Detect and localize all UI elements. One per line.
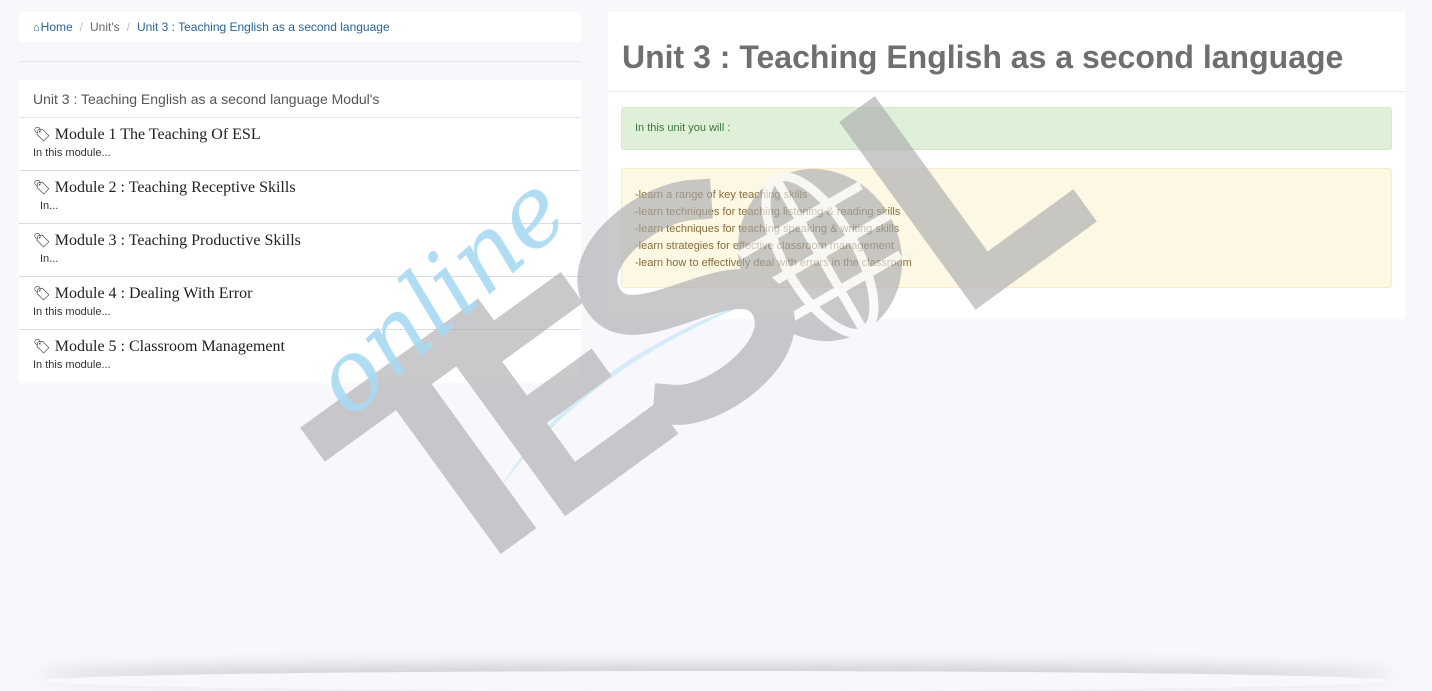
- module-description: In...: [40, 200, 59, 212]
- tag-icon: 🏷: [33, 233, 51, 249]
- unit-objectives-alert: -learn a range of key teaching skills -l…: [621, 168, 1392, 288]
- tag-icon: 🏷: [33, 286, 51, 302]
- tag-icon: 🏷: [33, 180, 51, 196]
- objective-item: -learn strategies for effective classroo…: [635, 240, 895, 252]
- module-item-5[interactable]: 🏷 Module 5 : Classroom Management In this…: [19, 330, 581, 383]
- module-title: Module 1 The Teaching Of ESL: [54, 126, 261, 143]
- module-title: Module 2 : Teaching Receptive Skills: [54, 179, 296, 196]
- module-description: In this module...: [33, 359, 111, 371]
- module-description: In this module...: [33, 306, 111, 318]
- module-description: In...: [40, 253, 59, 265]
- modules-heading: Unit 3 : Teaching English as a second la…: [19, 80, 581, 118]
- unit-panel: Unit 3 : Teaching English as a second la…: [608, 12, 1405, 319]
- module-title: Module 3 : Teaching Productive Skills: [54, 232, 301, 249]
- module-description: In this module...: [33, 147, 111, 159]
- objective-item: -learn a range of key teaching skills: [635, 189, 808, 201]
- home-icon: ⌂: [33, 22, 40, 34]
- tag-icon: 🏷: [33, 339, 51, 355]
- unit-intro-alert: In this unit you will :: [621, 107, 1392, 150]
- breadcrumb-separator: /: [79, 20, 84, 34]
- module-item-4[interactable]: 🏷 Module 4 : Dealing With Error In this m…: [19, 277, 581, 330]
- module-item-2[interactable]: 🏷 Module 2 : Teaching Receptive Skills In…: [19, 171, 581, 224]
- breadcrumb-units[interactable]: Unit's: [90, 20, 120, 34]
- bottom-shadow: [40, 671, 1392, 691]
- breadcrumb-separator: /: [126, 20, 130, 34]
- module-item-1[interactable]: 🏷 Module 1 The Teaching Of ESL In this mo…: [19, 118, 581, 171]
- objective-item: -learn techniques for teaching speaking …: [635, 223, 900, 235]
- tag-icon: 🏷: [33, 127, 51, 143]
- module-title: Module 5 : Classroom Management: [54, 338, 285, 355]
- module-title: Module 4 : Dealing With Error: [54, 285, 253, 302]
- modules-panel: Unit 3 : Teaching English as a second la…: [19, 80, 581, 383]
- breadcrumb: ⌂Home / Unit's / Unit 3 : Teaching English a…: [19, 12, 581, 42]
- divider: [19, 61, 581, 62]
- module-item-3[interactable]: 🏷 Module 3 : Teaching Productive Skills I…: [19, 224, 581, 277]
- objective-item: -learn techniques for teaching listening…: [635, 206, 901, 218]
- page-title: Unit 3 : Teaching English as a second la…: [608, 12, 1405, 92]
- objective-item: -learn how to effectively deal with erro…: [635, 257, 912, 269]
- breadcrumb-current: Unit 3 : Teaching English as a second la…: [137, 20, 390, 34]
- breadcrumb-home-link[interactable]: ⌂Home: [33, 20, 73, 34]
